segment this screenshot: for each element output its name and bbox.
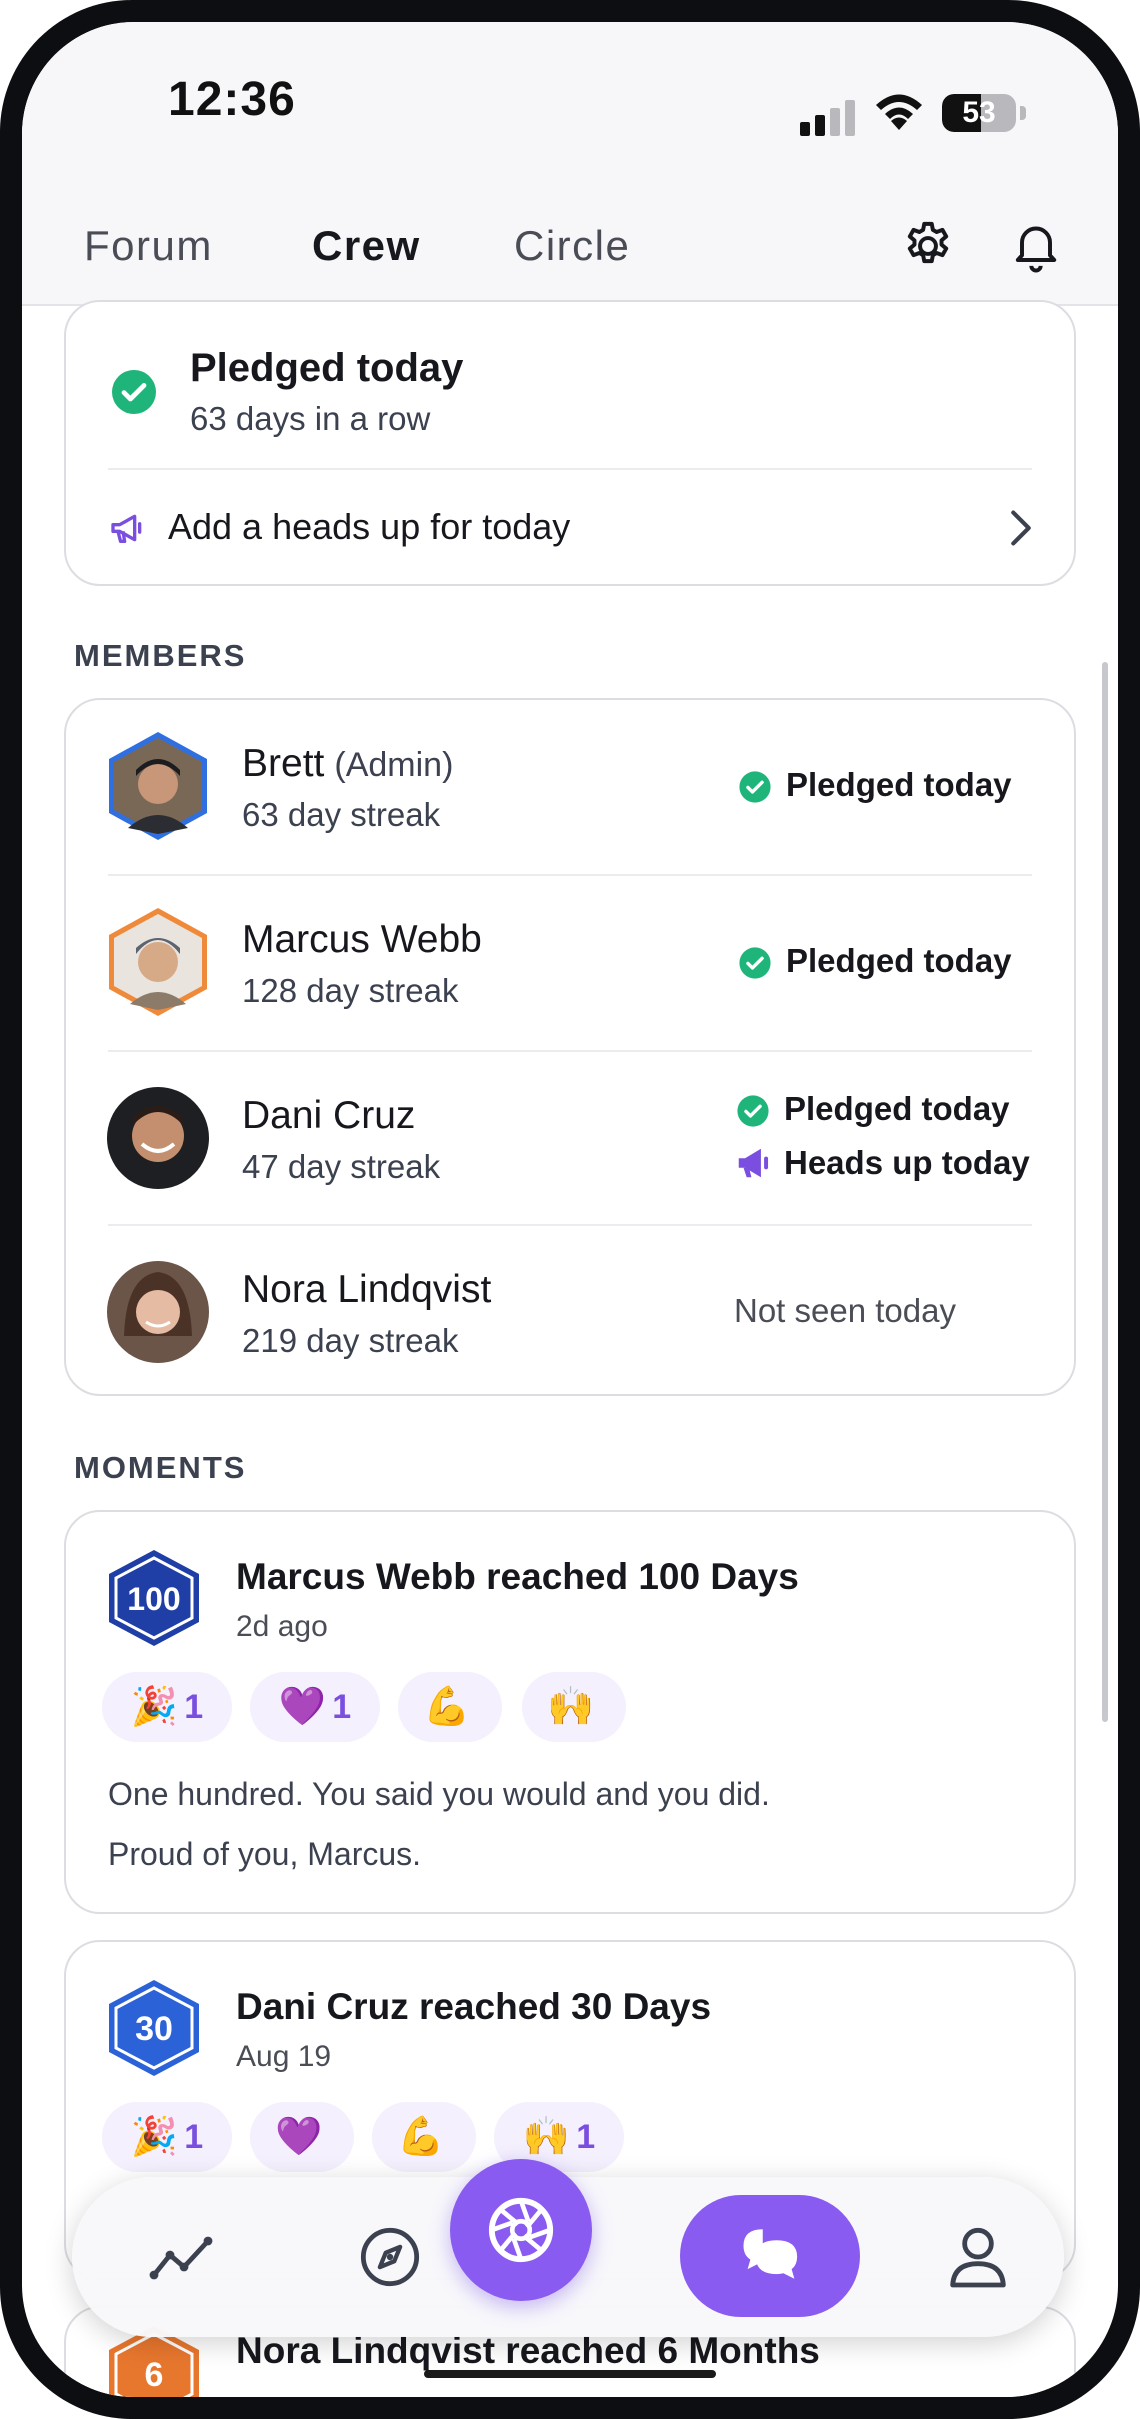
member-name: Dani Cruz — [242, 1094, 416, 1137]
badge-text: 100 — [127, 1581, 180, 1617]
camera-icon — [488, 2197, 554, 2263]
avatar — [109, 732, 207, 840]
reaction-button[interactable]: 💪 — [398, 1672, 502, 1742]
moment-title: Marcus Webb reached 100 Days — [236, 1556, 799, 1597]
milestone-badge-icon: 100 — [109, 1550, 199, 1646]
party-popper-icon: 🎉 — [130, 1686, 179, 1728]
chat-icon — [743, 2229, 798, 2279]
battery-icon: 53 — [942, 94, 1016, 132]
battery-percent: 53 — [962, 96, 996, 129]
member-row[interactable]: Dani Cruz 47 day streak Pledged today He… — [66, 1052, 1074, 1226]
camera-button[interactable] — [450, 2159, 592, 2301]
reaction-count: 1 — [184, 1687, 204, 1726]
member-name: Brett (Admin) — [242, 742, 453, 786]
megaphone-icon — [111, 514, 142, 543]
flexed-biceps-icon: 💪 — [397, 2116, 445, 2158]
pledge-subtitle: 63 days in a row — [190, 400, 431, 437]
pledge-title: Pledged today — [190, 346, 464, 390]
member-status: Not seen today — [734, 1292, 956, 1329]
tab-crew[interactable]: Crew — [312, 222, 421, 270]
moment-title: Dani Cruz reached 30 Days — [236, 1986, 712, 2027]
member-streak: 47 day streak — [242, 1148, 441, 1185]
reaction-button[interactable]: 🎉 1 — [102, 2102, 232, 2172]
check-circle-icon — [112, 370, 156, 414]
purple-heart-icon: 💜 — [278, 1686, 327, 1728]
milestone-badge-icon: 30 — [109, 1980, 199, 2076]
chevron-right-icon — [1011, 510, 1031, 546]
purple-heart-icon: 💜 — [275, 2116, 323, 2158]
check-circle-icon — [739, 771, 771, 803]
profile-icon[interactable] — [946, 2223, 1010, 2291]
pledge-card: Pledged today 63 days in a row Add a hea… — [64, 300, 1076, 586]
members-section-label: MEMBERS — [74, 638, 247, 673]
avatar — [107, 1261, 209, 1363]
chat-button[interactable] — [680, 2195, 860, 2317]
member-name: Nora Lindqvist — [242, 1268, 492, 1311]
member-status: Pledged today — [784, 1090, 1010, 1127]
explore-icon[interactable] — [358, 2225, 422, 2289]
member-streak: 128 day streak — [242, 972, 459, 1009]
megaphone-icon — [738, 1148, 769, 1178]
status-bar: 12:36 53 — [22, 22, 1118, 182]
reaction-button[interactable]: 🎉 1 — [102, 1672, 232, 1742]
badge-text: 30 — [135, 2010, 173, 2048]
reaction-button[interactable]: 🙌 — [522, 1672, 626, 1742]
device-frame: 12:36 53 Forum Crew Circle Pledged today… — [0, 0, 1140, 2419]
member-status: Pledged today — [786, 766, 1012, 803]
member-name-text: Brett — [242, 742, 325, 785]
reaction-count: 1 — [184, 2117, 204, 2156]
member-row[interactable]: Nora Lindqvist 219 day streak Not seen t… — [66, 1226, 1074, 1400]
member-row[interactable]: Brett (Admin) 63 day streak Pledged today — [66, 700, 1074, 874]
stats-icon[interactable] — [148, 2227, 214, 2287]
reaction-count: 1 — [576, 2117, 596, 2156]
check-circle-icon — [739, 947, 771, 979]
moment-time: Aug 19 — [236, 2040, 332, 2073]
avatar — [109, 908, 207, 1016]
member-heads-up-status: Heads up today — [784, 1144, 1030, 1181]
reaction-button[interactable]: 💜 — [250, 2102, 354, 2172]
gear-icon[interactable] — [900, 218, 956, 274]
moment-text: Proud of you, Marcus. — [108, 1836, 422, 1872]
signal-icon — [800, 100, 855, 136]
reaction-count: 1 — [332, 1687, 352, 1726]
check-circle-icon — [737, 1095, 769, 1127]
reaction-button[interactable]: 💪 — [372, 2102, 476, 2172]
bell-icon[interactable] — [1008, 218, 1064, 274]
battery-nub — [1020, 106, 1026, 120]
wifi-icon — [876, 94, 922, 130]
tab-circle[interactable]: Circle — [514, 222, 630, 270]
member-streak: 219 day streak — [242, 1322, 459, 1359]
flexed-biceps-icon: 💪 — [423, 1686, 471, 1728]
avatar — [107, 1087, 209, 1189]
party-popper-icon: 🎉 — [130, 2116, 179, 2158]
member-row[interactable]: Marcus Webb 128 day streak Pledged today — [66, 876, 1074, 1050]
moment-card: 100 Marcus Webb reached 100 Days 2d ago … — [64, 1510, 1076, 1914]
raising-hands-icon: 🙌 — [522, 2116, 571, 2158]
moment-text: One hundred. You said you would and you … — [108, 1776, 770, 1812]
raising-hands-icon: 🙌 — [547, 1686, 595, 1728]
scrollbar[interactable] — [1102, 662, 1108, 1722]
screen: 12:36 53 Forum Crew Circle Pledged today… — [22, 22, 1118, 2397]
heads-up-label: Add a heads up for today — [168, 506, 571, 547]
member-status: Pledged today — [786, 942, 1012, 979]
members-card: Brett (Admin) 63 day streak Pledged today — [64, 698, 1076, 1396]
member-role: (Admin) — [334, 746, 454, 784]
home-indicator — [424, 2370, 716, 2378]
moments-section-label: MOMENTS — [74, 1450, 247, 1485]
tab-forum[interactable]: Forum — [84, 222, 213, 270]
member-streak: 63 day streak — [242, 796, 441, 833]
moment-time: 2d ago — [236, 1610, 328, 1643]
top-nav: Forum Crew Circle — [22, 182, 1118, 306]
member-name: Marcus Webb — [242, 918, 482, 961]
reaction-button[interactable]: 💜 1 — [250, 1672, 380, 1742]
add-heads-up-row[interactable]: Add a heads up for today — [66, 470, 1074, 586]
badge-text: 6 — [145, 2356, 164, 2394]
status-time: 12:36 — [168, 73, 296, 126]
